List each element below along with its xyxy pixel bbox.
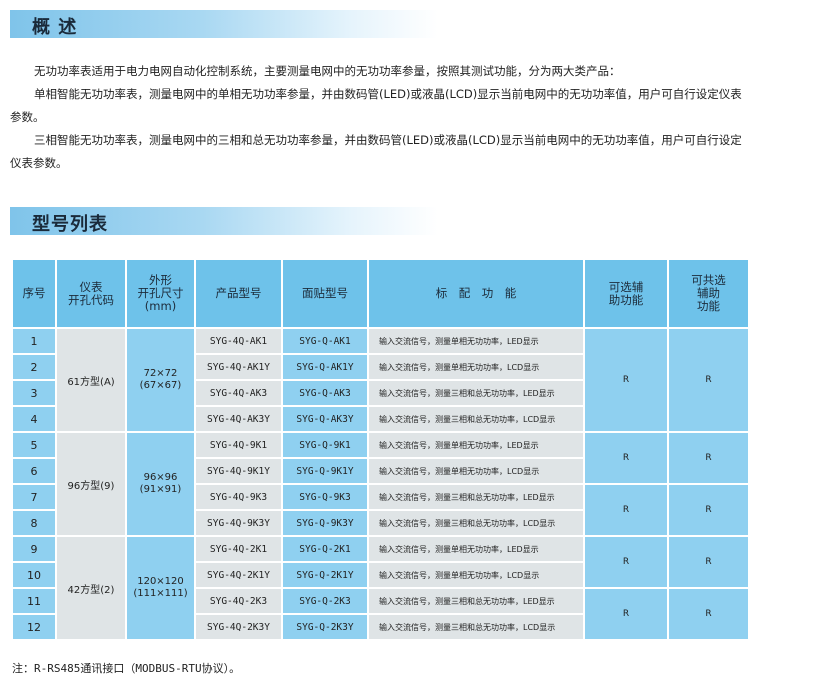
open-code-cell: 96方型(9) bbox=[55, 431, 127, 537]
seq-cell: 11 bbox=[11, 587, 57, 615]
header-seq: 序号 bbox=[11, 258, 57, 329]
shared-cell: R bbox=[667, 535, 750, 589]
smd-model-cell: SYG-Q-2K3Y bbox=[281, 613, 369, 641]
overview-title: 概 述 bbox=[32, 17, 78, 38]
header-product-model: 产品型号 bbox=[194, 258, 283, 329]
function-cell: 输入交流信号，测量单相无功功率，LCD显示 bbox=[367, 457, 585, 485]
smd-model-cell: SYG-Q-AK1 bbox=[281, 327, 369, 355]
header-size: 外形 开孔尺寸 (mm) bbox=[125, 258, 196, 329]
models-title: 型号列表 bbox=[32, 214, 108, 235]
header-smd-model: 面贴型号 bbox=[281, 258, 369, 329]
shared-cell: R bbox=[667, 431, 750, 485]
product-model-cell: SYG-4Q-2K1Y bbox=[194, 561, 283, 589]
header-shared-function: 可共选 辅助 功能 bbox=[667, 258, 750, 329]
header-optional-function: 可选辅 助功能 bbox=[583, 258, 669, 329]
size-cell: 72×72 (67×67) bbox=[125, 327, 196, 433]
shared-cell: R bbox=[667, 327, 750, 433]
smd-model-cell: SYG-Q-9K3Y bbox=[281, 509, 369, 537]
function-cell: 输入交流信号，测量三相和总无功功率，LCD显示 bbox=[367, 405, 585, 433]
function-cell: 输入交流信号，测量三相和总无功功率，LED显示 bbox=[367, 379, 585, 407]
seq-cell: 3 bbox=[11, 379, 57, 407]
product-model-cell: SYG-4Q-2K3Y bbox=[194, 613, 283, 641]
smd-model-cell: SYG-Q-AK1Y bbox=[281, 353, 369, 381]
smd-model-cell: SYG-Q-2K3 bbox=[281, 587, 369, 615]
function-cell: 输入交流信号，测量单相无功功率，LCD显示 bbox=[367, 353, 585, 381]
optional-cell: R bbox=[583, 483, 669, 537]
product-model-cell: SYG-4Q-9K3 bbox=[194, 483, 283, 511]
header-open-code: 仪表 开孔代码 bbox=[55, 258, 127, 329]
model-table: 序号 仪表 开孔代码 外形 开孔尺寸 (mm) 产品型号 面贴型号 标 配 功 … bbox=[11, 258, 750, 641]
product-model-cell: SYG-4Q-AK1Y bbox=[194, 353, 283, 381]
seq-cell: 8 bbox=[11, 509, 57, 537]
smd-model-cell: SYG-Q-9K3 bbox=[281, 483, 369, 511]
seq-cell: 4 bbox=[11, 405, 57, 433]
overview-paragraph-1: 无功功率表适用于电力电网自动化控制系统，主要测量电网中的无功功率参量，按照其测试… bbox=[34, 64, 621, 78]
product-model-cell: SYG-4Q-2K3 bbox=[194, 587, 283, 615]
shared-cell: R bbox=[667, 587, 750, 641]
smd-model-cell: SYG-Q-2K1 bbox=[281, 535, 369, 563]
overview-paragraph-3: 三相智能无功功率表，测量电网中的三相和总无功功率参量，并由数码管(LED)或液晶… bbox=[10, 133, 742, 170]
optional-cell: R bbox=[583, 535, 669, 589]
product-model-cell: SYG-4Q-9K1 bbox=[194, 431, 283, 459]
models-section-header: 型号列表 bbox=[10, 207, 438, 235]
footnote: 注：R-RS485通讯接口（MODBUS-RTU协议）。 bbox=[12, 662, 241, 675]
seq-cell: 1 bbox=[11, 327, 57, 355]
size-cell: 96×96 (91×91) bbox=[125, 431, 196, 537]
function-cell: 输入交流信号，测量三相和总无功功率，LED显示 bbox=[367, 483, 585, 511]
table-header-row: 序号 仪表 开孔代码 外形 开孔尺寸 (mm) 产品型号 面贴型号 标 配 功 … bbox=[11, 258, 750, 329]
header-standard-function: 标 配 功 能 bbox=[367, 258, 585, 329]
seq-cell: 12 bbox=[11, 613, 57, 641]
optional-cell: R bbox=[583, 587, 669, 641]
smd-model-cell: SYG-Q-AK3 bbox=[281, 379, 369, 407]
optional-cell: R bbox=[583, 431, 669, 485]
overview-section-header: 概 述 bbox=[10, 10, 438, 38]
product-model-cell: SYG-4Q-AK3Y bbox=[194, 405, 283, 433]
open-code-cell: 42方型(2) bbox=[55, 535, 127, 641]
function-cell: 输入交流信号，测量三相和总无功功率，LCD显示 bbox=[367, 509, 585, 537]
seq-cell: 5 bbox=[11, 431, 57, 459]
function-cell: 输入交流信号，测量单相无功功率，LED显示 bbox=[367, 327, 585, 355]
smd-model-cell: SYG-Q-AK3Y bbox=[281, 405, 369, 433]
table-row: 5 96方型(9) 96×96 (91×91) SYG-4Q-9K1 SYG-Q… bbox=[11, 431, 750, 537]
function-cell: 输入交流信号，测量三相和总无功功率，LED显示 bbox=[367, 587, 585, 615]
seq-cell: 10 bbox=[11, 561, 57, 589]
open-code-cell: 61方型(A) bbox=[55, 327, 127, 433]
function-cell: 输入交流信号，测量单相无功功率，LCD显示 bbox=[367, 561, 585, 589]
smd-model-cell: SYG-Q-9K1 bbox=[281, 431, 369, 459]
product-model-cell: SYG-4Q-AK1 bbox=[194, 327, 283, 355]
shared-cell: R bbox=[667, 483, 750, 537]
smd-model-cell: SYG-Q-9K1Y bbox=[281, 457, 369, 485]
table-row: 9 42方型(2) 120×120 (111×111) SYG-4Q-2K1 S… bbox=[11, 535, 750, 641]
optional-cell: R bbox=[583, 327, 669, 433]
overview-paragraph-2: 单相智能无功功率表，测量电网中的单相无功功率参量，并由数码管(LED)或液晶(L… bbox=[10, 87, 742, 124]
function-cell: 输入交流信号，测量三相和总无功功率，LCD显示 bbox=[367, 613, 585, 641]
size-cell: 120×120 (111×111) bbox=[125, 535, 196, 641]
function-cell: 输入交流信号，测量单相无功功率，LED显示 bbox=[367, 535, 585, 563]
table-row: 1 61方型(A) 72×72 (67×67) SYG-4Q-AK1 SYG-Q… bbox=[11, 327, 750, 433]
seq-cell: 2 bbox=[11, 353, 57, 381]
seq-cell: 6 bbox=[11, 457, 57, 485]
function-cell: 输入交流信号，测量单相无功功率，LED显示 bbox=[367, 431, 585, 459]
seq-cell: 7 bbox=[11, 483, 57, 511]
product-model-cell: SYG-4Q-2K1 bbox=[194, 535, 283, 563]
product-model-cell: SYG-4Q-9K3Y bbox=[194, 509, 283, 537]
smd-model-cell: SYG-Q-2K1Y bbox=[281, 561, 369, 589]
product-model-cell: SYG-4Q-AK3 bbox=[194, 379, 283, 407]
seq-cell: 9 bbox=[11, 535, 57, 563]
product-model-cell: SYG-4Q-9K1Y bbox=[194, 457, 283, 485]
overview-body: 无功功率表适用于电力电网自动化控制系统，主要测量电网中的无功功率参量，按照其测试… bbox=[10, 60, 750, 175]
